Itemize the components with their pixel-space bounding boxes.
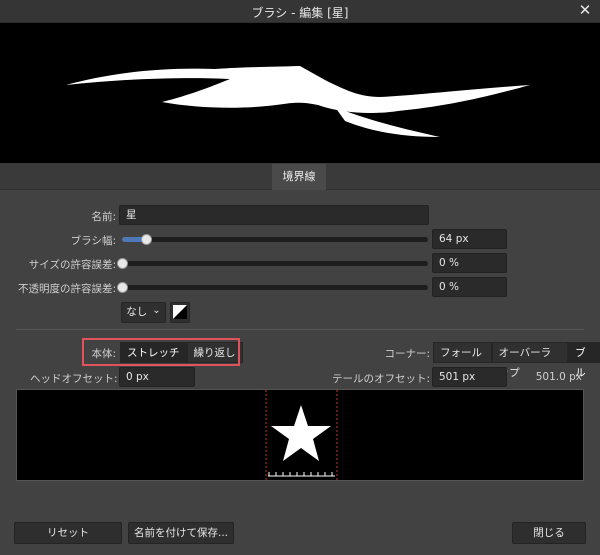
corner-mode-segment: フォールド オーバーラップ ブル [433, 342, 600, 379]
close-button[interactable]: 閉じる [512, 522, 586, 544]
section-divider [16, 329, 584, 330]
brush-width-label: ブラシ幅: [70, 235, 116, 247]
name-field[interactable]: 星 [119, 205, 429, 225]
opacity-tolerance-slider[interactable] [122, 285, 428, 290]
save-as-button[interactable]: 名前を付けて保存... [128, 522, 234, 544]
brush-width-slider[interactable] [122, 237, 428, 242]
head-offset-label: ヘッドオフセット: [30, 373, 118, 385]
opacity-tolerance-slider-knob[interactable] [117, 282, 128, 293]
pressure-dropdown[interactable]: なし ⌄ [121, 302, 166, 323]
size-tolerance-field[interactable]: 0 % [432, 253, 507, 273]
pressure-curve-icon [173, 305, 187, 319]
body-preview-canvas [265, 390, 338, 480]
chevron-down-icon: ⌄ [152, 304, 161, 316]
title-bar: ブラシ - 編集 [星] ✕ [0, 0, 600, 23]
tail-offset-max: 501.0 px [535, 371, 582, 383]
pressure-dropdown-value: なし [126, 306, 148, 318]
name-label: 名前: [91, 211, 116, 223]
tab-border[interactable]: 境界線 [272, 164, 326, 190]
tail-offset-field[interactable]: 501 px [432, 367, 507, 387]
opacity-tolerance-field[interactable]: 0 % [432, 277, 507, 297]
corner-mode-overlap[interactable]: オーバーラップ [491, 342, 569, 379]
brush-stroke-preview [0, 23, 600, 163]
body-mode-highlight [82, 338, 240, 366]
opacity-tolerance-label: 不透明度の許容誤差: [17, 283, 116, 295]
size-tolerance-label: サイズの許容誤差: [28, 259, 116, 271]
corner-mode-fold[interactable]: フォールド [433, 342, 492, 379]
head-offset-field[interactable]: 0 px [119, 367, 195, 387]
pressure-curve-button[interactable] [170, 302, 190, 323]
corner-label: コーナー: [384, 348, 430, 360]
brush-width-slider-knob[interactable] [141, 234, 153, 245]
body-preview[interactable] [16, 389, 584, 481]
brush-stroke-shape [66, 66, 530, 137]
reset-button[interactable]: リセット [14, 522, 122, 544]
size-tolerance-slider-knob[interactable] [117, 258, 128, 269]
window-title: ブラシ - 編集 [星] [251, 6, 349, 20]
tail-offset-label: テールのオフセット: [331, 373, 430, 385]
star-icon [271, 405, 331, 461]
brush-width-field[interactable]: 64 px [432, 229, 507, 249]
close-icon[interactable]: ✕ [576, 1, 594, 21]
size-tolerance-slider[interactable] [122, 261, 428, 266]
corner-mode-pull[interactable]: ブル [568, 342, 600, 379]
